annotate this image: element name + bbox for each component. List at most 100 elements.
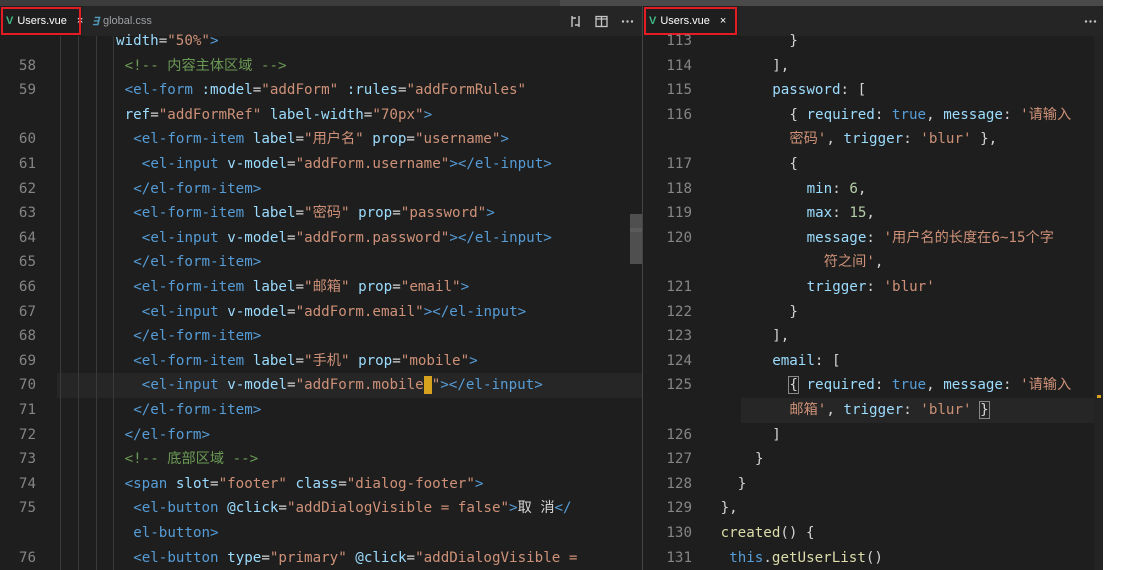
- code-line[interactable]: 131 this.getUserList(): [643, 546, 1103, 570]
- code-token: "username": [414, 131, 501, 148]
- line-number: 59: [18, 82, 36, 99]
- code-token: label: [252, 352, 296, 369]
- code-token: :: [832, 180, 850, 197]
- code-editor-left[interactable]: width="50%"> 58 <!-- 内容主体区域 --> 59 <el-form …: [0, 33, 642, 570]
- code-text: ]: [772, 423, 781, 448]
- code-token: trigger: [843, 402, 904, 418]
- compare-changes-icon[interactable]: [568, 14, 582, 28]
- split-editor-icon[interactable]: [594, 14, 608, 28]
- line-number: 61: [18, 156, 36, 172]
- code-line[interactable]: 116 { required: true, message: '请输入: [643, 103, 1103, 128]
- code-token: prop: [358, 352, 393, 369]
- code-token: "addFormRules": [406, 82, 527, 99]
- code-token: v-model: [227, 303, 288, 320]
- code-line[interactable]: 118 min: 6,: [643, 177, 1103, 202]
- close-icon[interactable]: ×: [720, 15, 726, 27]
- code-line[interactable]: 117 {: [643, 152, 1103, 177]
- code-token: }: [755, 451, 764, 468]
- code-token: "手机": [304, 352, 350, 369]
- code-line[interactable]: 123],: [643, 324, 1103, 349]
- line-number: 65: [18, 254, 36, 271]
- code-token: :: [1002, 106, 1021, 123]
- line-number: 120: [666, 229, 692, 246]
- code-editor-right[interactable]: 113} 114], 115 password: [116{ required: tr…: [643, 33, 1103, 570]
- code-token: 'blur': [883, 279, 935, 295]
- line-number: 131: [666, 549, 692, 566]
- code-token: :: [874, 106, 892, 123]
- code-line[interactable]: 130 created() {: [643, 521, 1103, 546]
- code-text: created() {: [721, 521, 815, 546]
- code-line[interactable]: 114],: [643, 54, 1103, 79]
- code-text: this.getUserList(): [729, 546, 883, 570]
- code-line[interactable]: 70 <el-input v-model="addForm.mobile "></e…: [19, 373, 642, 398]
- code-line[interactable]: 121 trigger: 'blur': [643, 275, 1103, 300]
- code-line[interactable]: 122}: [643, 300, 1103, 325]
- code-token: ,: [826, 131, 844, 148]
- line-number: 128: [666, 475, 692, 492]
- scrollbar-right[interactable]: [1094, 36, 1103, 570]
- close-icon[interactable]: ×: [77, 15, 83, 27]
- overview-ruler-marker: [1097, 395, 1101, 398]
- line-number: 123: [666, 328, 692, 345]
- line-number: 74: [18, 475, 36, 492]
- line-number: 129: [666, 500, 692, 517]
- scrollbar-left-marker: [630, 228, 642, 232]
- code-line[interactable]: 邮箱', trigger: 'blur' }: [741, 398, 1103, 423]
- scrollbar-left[interactable]: [630, 214, 642, 264]
- code-token: </el-form>: [124, 426, 211, 443]
- line-number: 118: [666, 180, 692, 197]
- line-number: 73: [18, 451, 36, 468]
- code-token: >: [474, 475, 484, 492]
- code-line[interactable]: 128}: [643, 472, 1103, 497]
- code-token: =: [392, 352, 401, 369]
- code-token: "footer": [218, 475, 287, 492]
- line-number: 119: [666, 205, 692, 222]
- line-number: 114: [666, 57, 692, 74]
- code-token: =: [210, 475, 219, 492]
- code-token: =: [406, 549, 416, 566]
- code-line[interactable]: 125 { required: true, message: '请输入: [643, 373, 1103, 398]
- code-line[interactable]: 126]: [643, 423, 1103, 448]
- code-token: (): [865, 549, 883, 566]
- code-token: }: [979, 401, 990, 419]
- code-token: <el-form-item: [133, 131, 245, 148]
- more-actions-icon[interactable]: [1083, 14, 1097, 28]
- code-text: ],: [772, 54, 789, 79]
- code-token: width: [116, 33, 159, 49]
- code-line[interactable]: 115 password: [: [643, 78, 1103, 103]
- code-token: }: [737, 475, 747, 492]
- code-line[interactable]: 密码', trigger: 'blur' },: [643, 127, 1103, 152]
- code-token: trigger: [843, 131, 904, 148]
- code-token: "dialog-footer": [346, 475, 475, 492]
- code-token: </el-form-item>: [133, 328, 262, 345]
- code-line[interactable]: 124 email: [: [643, 349, 1103, 374]
- code-line[interactable]: 符之间',: [643, 250, 1103, 275]
- code-token: :: [832, 205, 850, 222]
- code-line[interactable]: 129},: [643, 496, 1103, 521]
- more-actions-icon[interactable]: [620, 14, 634, 28]
- code-line[interactable]: 127}: [643, 447, 1103, 472]
- code-token: 密码': [789, 131, 827, 148]
- line-number: 116: [666, 106, 692, 123]
- code-line[interactable]: 120 message: '用户名的长度在6~15个字: [643, 226, 1103, 251]
- line-number: 76: [18, 549, 36, 566]
- code-text: </el-form-item>: [133, 177, 261, 202]
- line-number: 127: [666, 451, 692, 468]
- code-token: >: [209, 33, 219, 49]
- code-token: label: [252, 131, 296, 148]
- code-token: ,: [857, 180, 867, 197]
- code-text: </el-form-item>: [133, 324, 261, 349]
- code-text: <el-input v-model="addForm.password"></e…: [142, 226, 552, 251]
- code-token: slot: [175, 475, 211, 492]
- code-token: "70px": [372, 106, 424, 123]
- code-line[interactable]: 119 max: 15,: [643, 201, 1103, 226]
- code-token: @click: [355, 549, 407, 566]
- code-text: }: [789, 29, 798, 54]
- code-token: "用户名": [304, 131, 364, 148]
- code-token: trigger: [806, 279, 867, 295]
- code-line[interactable]: 113}: [643, 29, 1103, 54]
